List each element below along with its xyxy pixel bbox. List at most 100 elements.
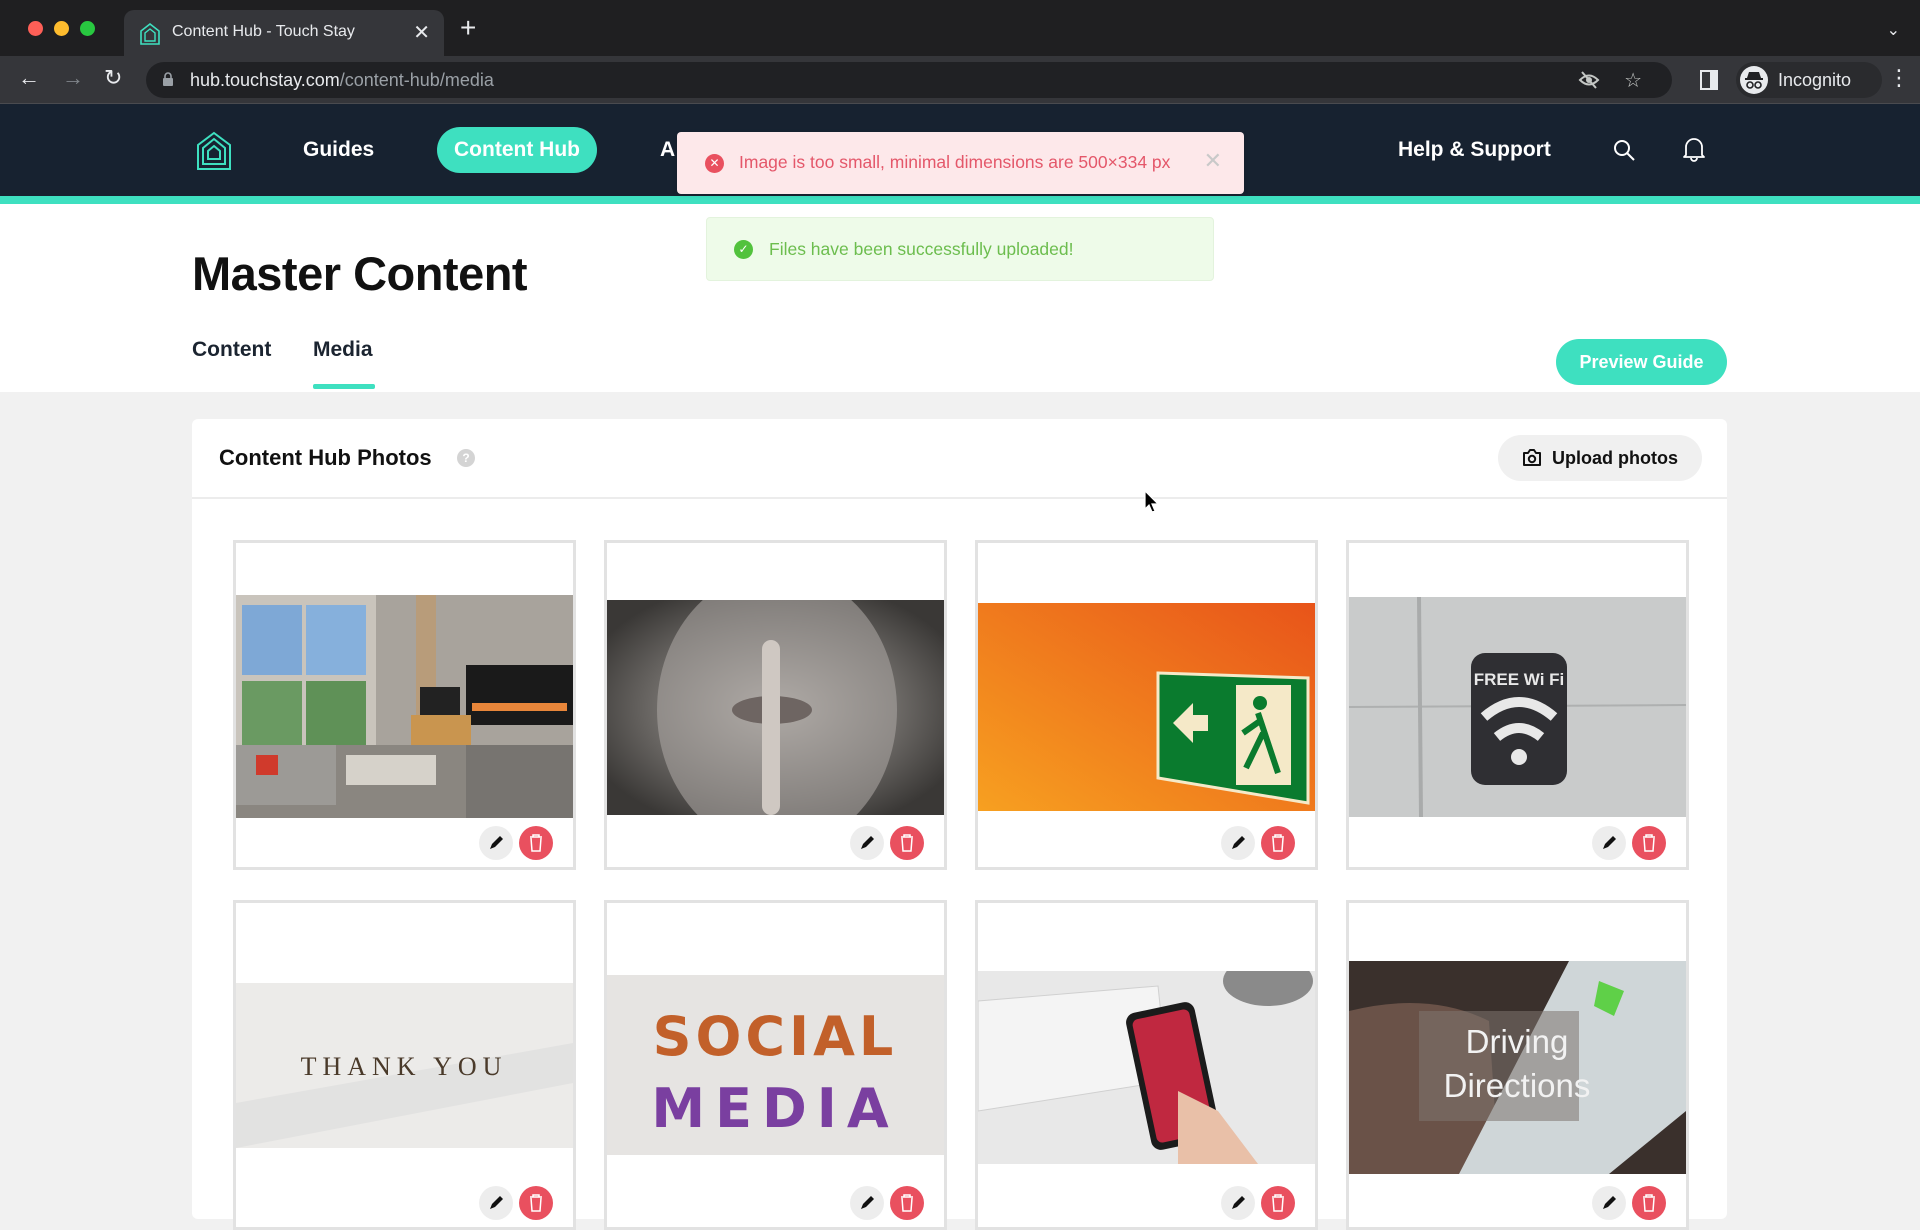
close-icon[interactable]: ✕: [1204, 148, 1222, 174]
forward-icon[interactable]: →: [62, 66, 84, 90]
edit-button[interactable]: [1221, 1186, 1255, 1220]
browser-menu-icon[interactable]: ⋮: [1888, 66, 1910, 90]
photo-card[interactable]: [975, 540, 1318, 870]
delete-button[interactable]: [519, 1186, 553, 1220]
trash-icon: [1272, 834, 1284, 852]
side-panel-icon[interactable]: [1700, 70, 1718, 90]
wifi-sign-text: FREE Wi Fi: [1474, 670, 1565, 689]
edit-button[interactable]: [1592, 826, 1626, 860]
card-actions: [1221, 1186, 1301, 1222]
active-tab-indicator: [313, 384, 375, 389]
delete-button[interactable]: [890, 1186, 924, 1220]
maximize-window-button[interactable]: [80, 21, 95, 36]
incognito-profile-button[interactable]: Incognito: [1736, 62, 1882, 98]
mouse-cursor-icon: [1144, 490, 1160, 513]
photo-card[interactable]: [604, 540, 947, 870]
pencil-icon: [1232, 1196, 1245, 1209]
trash-icon: [1643, 834, 1655, 852]
tab-search-chevron-icon[interactable]: ⌄: [1887, 20, 1900, 40]
tab-media[interactable]: Media: [313, 338, 373, 362]
driving-text-line1: Driving: [1466, 1023, 1569, 1060]
bookmark-star-icon[interactable]: ☆: [1624, 68, 1642, 93]
nav-accent-stripe: [0, 196, 1920, 204]
minimize-window-button[interactable]: [54, 21, 69, 36]
trash-icon: [901, 834, 913, 852]
photo-shush[interactable]: [607, 600, 944, 815]
photo-living-room[interactable]: [236, 595, 573, 818]
svg-text:MEDIA: MEDIA: [651, 1077, 898, 1140]
photo-card[interactable]: FREE Wi Fi: [1346, 540, 1689, 870]
delete-button[interactable]: [1261, 1186, 1295, 1220]
search-icon[interactable]: [1612, 138, 1636, 162]
delete-button[interactable]: [1632, 826, 1666, 860]
photo-card[interactable]: SOCIAL MEDIA: [604, 900, 947, 1230]
panel-header: Content Hub Photos ? Upload photos: [192, 419, 1727, 499]
browser-toolbar: ← → ↻ hub.touchstay.com/content-hub/medi…: [0, 56, 1920, 104]
photo-driving-directions[interactable]: Driving Directions: [1349, 961, 1686, 1174]
help-icon[interactable]: ?: [457, 449, 475, 467]
pencil-icon: [1232, 836, 1245, 849]
error-toast-message: Image is too small, minimal dimensions a…: [739, 152, 1171, 172]
edit-button[interactable]: [850, 1186, 884, 1220]
delete-button[interactable]: [519, 826, 553, 860]
trash-icon: [530, 1194, 542, 1212]
photo-exit-sign[interactable]: [978, 603, 1315, 811]
url-path: /content-hub/media: [339, 70, 494, 90]
edit-button[interactable]: [850, 826, 884, 860]
new-tab-icon[interactable]: +: [460, 14, 476, 42]
nav-help-support[interactable]: Help & Support: [1398, 138, 1551, 162]
preview-guide-button[interactable]: Preview Guide: [1556, 339, 1727, 385]
edit-button[interactable]: [479, 1186, 513, 1220]
browser-tab-bar: Content Hub - Touch Stay ✕ + ⌄: [0, 0, 1920, 56]
pencil-icon: [490, 836, 503, 849]
close-window-button[interactable]: [28, 21, 43, 36]
eye-off-icon[interactable]: [1578, 70, 1600, 90]
check-circle-icon: ✓: [734, 240, 753, 259]
tab-close-icon[interactable]: ✕: [413, 20, 430, 45]
edit-button[interactable]: [1592, 1186, 1626, 1220]
nav-content-hub[interactable]: Content Hub: [437, 127, 597, 173]
notifications-bell-icon[interactable]: [1682, 136, 1706, 162]
card-actions: [1592, 1186, 1672, 1222]
photo-social-media[interactable]: SOCIAL MEDIA: [607, 975, 944, 1155]
trash-icon: [1643, 1194, 1655, 1212]
card-actions: [850, 826, 930, 862]
photo-free-wifi[interactable]: FREE Wi Fi: [1349, 597, 1686, 817]
address-bar[interactable]: hub.touchstay.com/content-hub/media ☆: [146, 62, 1672, 98]
success-toast-message: Files have been successfully uploaded!: [769, 239, 1074, 259]
thank-you-text: THANK YOU: [301, 1052, 508, 1081]
delete-button[interactable]: [1261, 826, 1295, 860]
page-title: Master Content: [192, 247, 528, 300]
browser-tab[interactable]: Content Hub - Touch Stay ✕: [124, 10, 444, 56]
delete-button[interactable]: [890, 826, 924, 860]
edit-button[interactable]: [479, 826, 513, 860]
photo-card[interactable]: [233, 540, 576, 870]
edit-button[interactable]: [1221, 826, 1255, 860]
url-text: hub.touchstay.com/content-hub/media: [190, 70, 494, 91]
reload-icon[interactable]: ↻: [104, 66, 122, 90]
touchstay-logo-icon[interactable]: [196, 131, 232, 171]
back-icon[interactable]: ←: [18, 66, 40, 90]
trash-icon: [530, 834, 542, 852]
card-actions: [479, 1186, 559, 1222]
card-actions: [1592, 826, 1672, 862]
pencil-icon: [861, 1196, 874, 1209]
url-host: hub.touchstay.com: [190, 70, 340, 90]
photo-card[interactable]: THANK YOU: [233, 900, 576, 1230]
tab-content[interactable]: Content: [192, 338, 271, 362]
delete-button[interactable]: [1632, 1186, 1666, 1220]
upload-photos-button[interactable]: Upload photos: [1498, 435, 1702, 481]
incognito-label: Incognito: [1778, 70, 1852, 90]
card-actions: [1221, 826, 1301, 862]
photo-phone-keyboard[interactable]: [978, 971, 1315, 1164]
photo-thank-you[interactable]: THANK YOU: [236, 983, 573, 1148]
panel-title: Content Hub Photos: [219, 445, 432, 470]
content-hub-photos-panel: Content Hub Photos ? Upload photos FREE …: [192, 419, 1727, 1230]
trash-icon: [901, 1194, 913, 1212]
nav-guides[interactable]: Guides: [303, 138, 374, 162]
driving-text-line2: Directions: [1444, 1067, 1591, 1104]
photo-card[interactable]: [975, 900, 1318, 1230]
nav-item-partial[interactable]: A: [660, 138, 675, 162]
photo-card[interactable]: Driving Directions: [1346, 900, 1689, 1230]
pencil-icon: [861, 836, 874, 849]
